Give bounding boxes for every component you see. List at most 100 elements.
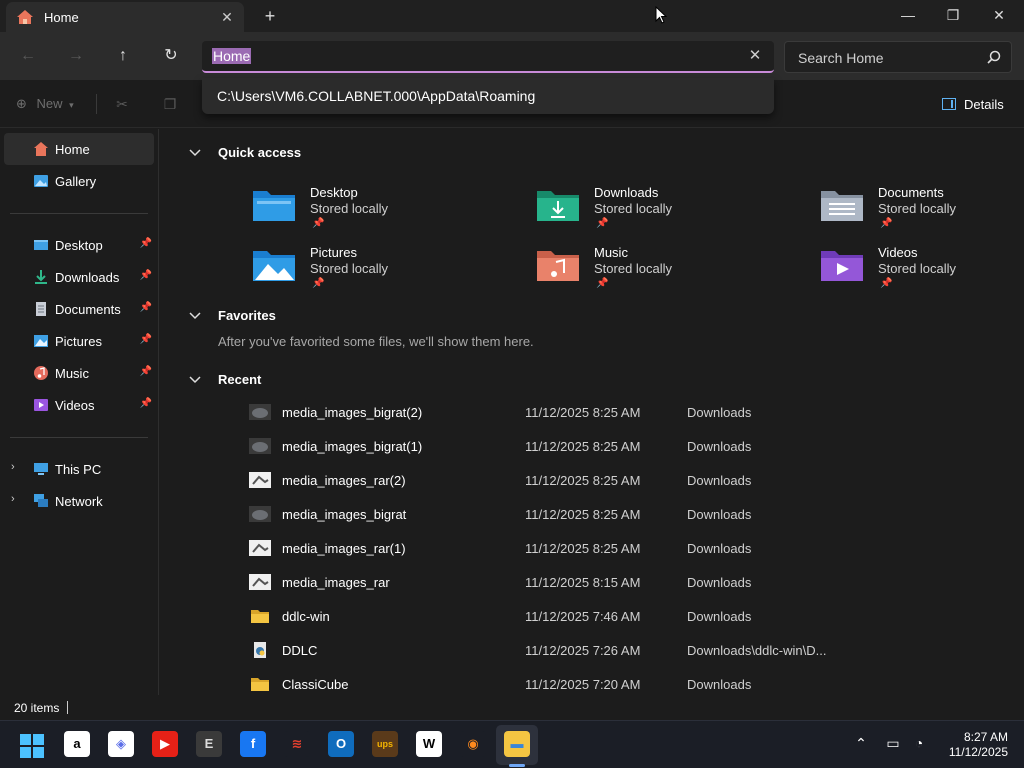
tab-home[interactable]: Home ✕ (6, 2, 244, 32)
file-location: Downloads (687, 541, 752, 556)
maximize-button[interactable]: ❐ (930, 0, 976, 32)
search-icon[interactable] (987, 50, 1001, 64)
sidebar-item-desktop[interactable]: Desktop 📌 (4, 229, 154, 261)
forward-arrow-icon[interactable]: → (62, 44, 90, 68)
facebook-app-icon[interactable]: f (240, 731, 266, 757)
navigation-pane: Home Gallery Desktop 📌 Downloads 📌 Docum… (0, 129, 159, 695)
expand-chevron-icon[interactable]: › (11, 461, 15, 473)
sidebar-item-this-pc[interactable]: › This PC (4, 453, 154, 485)
quick-access-videos[interactable]: Videos Stored locally 📌 (820, 243, 1024, 295)
folder-name: Videos (878, 245, 918, 260)
quick-access-music[interactable]: Music Stored locally 📌 (536, 243, 756, 295)
file-date: 11/12/2025 8:15 AM (525, 575, 641, 590)
ups-app-icon[interactable]: ups (372, 731, 398, 757)
details-button[interactable]: Details (942, 97, 1004, 112)
downloads-icon (35, 270, 47, 284)
back-arrow-icon[interactable]: ← (14, 44, 42, 68)
pin-icon[interactable]: 📌 (140, 334, 152, 345)
python-file-icon (254, 642, 266, 658)
sidebar-item-label: Documents (55, 302, 121, 317)
recent-row[interactable]: media_images_rar(2) 11/12/2025 8:25 AM D… (240, 466, 940, 496)
wikipedia-app-icon[interactable]: W (416, 731, 442, 757)
file-date: 11/12/2025 8:25 AM (525, 405, 641, 420)
chevron-down-icon[interactable] (188, 309, 202, 323)
recent-row[interactable]: media_images_bigrat(1) 11/12/2025 8:25 A… (240, 432, 940, 462)
recent-row[interactable]: ddlc-win 11/12/2025 7:46 AM Downloads (240, 602, 940, 632)
expand-chevron-icon[interactable]: › (11, 493, 15, 505)
firefox-app-icon[interactable]: ◉ (460, 731, 486, 757)
image-thumb-icon (249, 574, 271, 590)
documents-icon (36, 302, 46, 316)
chevron-down-icon: ▾ (69, 100, 74, 110)
display-icon[interactable]: ▭ (884, 735, 902, 753)
pin-icon[interactable]: 📌 (140, 302, 152, 313)
sidebar-item-label: Videos (55, 398, 95, 413)
sidebar-divider (10, 437, 148, 438)
sidebar-item-label: Downloads (55, 270, 120, 285)
quick-access-downloads[interactable]: Downloads Stored locally 📌 (536, 183, 756, 235)
clock[interactable]: 8:27 AM 11/12/2025 (940, 730, 1008, 760)
documents-folder-icon (821, 191, 863, 221)
active-app-indicator (509, 764, 525, 767)
youtube-app-icon[interactable]: ▶ (152, 731, 178, 757)
start-windows-icon[interactable] (20, 734, 44, 758)
up-arrow-icon[interactable]: ↑ (109, 44, 137, 68)
amazon-app-icon[interactable]: a (64, 731, 90, 757)
file-name: media_images_bigrat(1) (282, 439, 423, 454)
new-tab-button[interactable]: + (260, 6, 280, 26)
pin-icon[interactable]: 📌 (140, 238, 152, 249)
sidebar-item-music[interactable]: Music 📌 (4, 357, 154, 389)
sidebar-item-label: Music (55, 366, 89, 381)
sidebar-item-documents[interactable]: Documents 📌 (4, 293, 154, 325)
cut-icon[interactable]: ✂ (113, 96, 131, 114)
recent-row[interactable]: DDLC 11/12/2025 7:26 AM Downloads\ddlc-w… (240, 636, 940, 666)
network-volume-icon[interactable]: ◔ (910, 735, 928, 753)
recent-row[interactable]: media_images_bigrat 11/12/2025 8:25 AM D… (240, 500, 940, 530)
quick-access-pictures[interactable]: Pictures Stored locally 📌 (252, 243, 472, 295)
recent-row[interactable]: media_images_rar 11/12/2025 8:15 AM Down… (240, 568, 940, 598)
image-thumb-icon (249, 404, 271, 420)
file-name: media_images_rar (282, 575, 390, 590)
folder-name: Downloads (594, 185, 659, 200)
clear-address-icon[interactable]: ✕ (746, 47, 764, 65)
chevron-up-icon[interactable]: ⌃ (852, 735, 870, 753)
copilot-app-icon[interactable]: ◈ (108, 731, 134, 757)
sidebar-item-label: Pictures (55, 334, 102, 349)
section-recent[interactable]: Recent (160, 368, 560, 392)
file-location: Downloads (687, 507, 752, 522)
pin-icon[interactable]: 📌 (140, 398, 152, 409)
section-quick-access[interactable]: Quick access (160, 141, 560, 165)
sidebar-item-pictures[interactable]: Pictures 📌 (4, 325, 154, 357)
file-explorer-app-icon[interactable]: ▬ (504, 731, 530, 757)
tab-close-icon[interactable]: ✕ (218, 8, 236, 26)
quick-access-desktop[interactable]: Desktop Stored locally 📌 (252, 183, 472, 235)
pin-icon[interactable]: 📌 (140, 366, 152, 377)
copy-icon[interactable]: ❐ (161, 96, 179, 114)
sidebar-item-label: This PC (55, 462, 102, 477)
sidebar-item-network[interactable]: › Network (4, 485, 154, 517)
minimize-button[interactable]: — (885, 0, 931, 32)
close-window-button[interactable]: ✕ (976, 0, 1022, 32)
recent-row[interactable]: media_images_bigrat(2) 11/12/2025 8:25 A… (240, 398, 940, 428)
sidebar-item-gallery[interactable]: Gallery (4, 165, 154, 197)
quick-access-documents[interactable]: Documents Stored locally 📌 (820, 183, 1024, 235)
outlook-app-icon[interactable]: O (328, 731, 354, 757)
refresh-icon[interactable]: ↻ (157, 44, 185, 68)
section-favorites[interactable]: Favorites (160, 304, 560, 328)
pin-icon[interactable]: 📌 (140, 270, 152, 281)
search-box[interactable]: Search Home (784, 41, 1012, 73)
file-location: Downloads (687, 677, 752, 692)
sidebar-item-home[interactable]: Home (4, 133, 154, 165)
chevron-down-icon[interactable] (188, 373, 202, 387)
epic-games-app-icon[interactable]: E (196, 731, 222, 757)
sidebar-item-videos[interactable]: Videos 📌 (4, 389, 154, 421)
chevron-down-icon[interactable] (188, 146, 202, 160)
address-bar[interactable]: Home ✕ (202, 41, 774, 73)
recent-row[interactable]: media_images_rar(1) 11/12/2025 8:25 AM D… (240, 534, 940, 564)
address-input[interactable]: Home (212, 48, 252, 64)
parallel-app-icon[interactable]: ≋ (284, 731, 310, 757)
search-input[interactable]: Search Home (798, 50, 884, 66)
address-suggestion[interactable]: C:\Users\VM6.COLLABNET.000\AppData\Roami… (202, 78, 774, 114)
sidebar-item-downloads[interactable]: Downloads 📌 (4, 261, 154, 293)
new-button[interactable]: ⊕ New ▾ (16, 96, 74, 112)
